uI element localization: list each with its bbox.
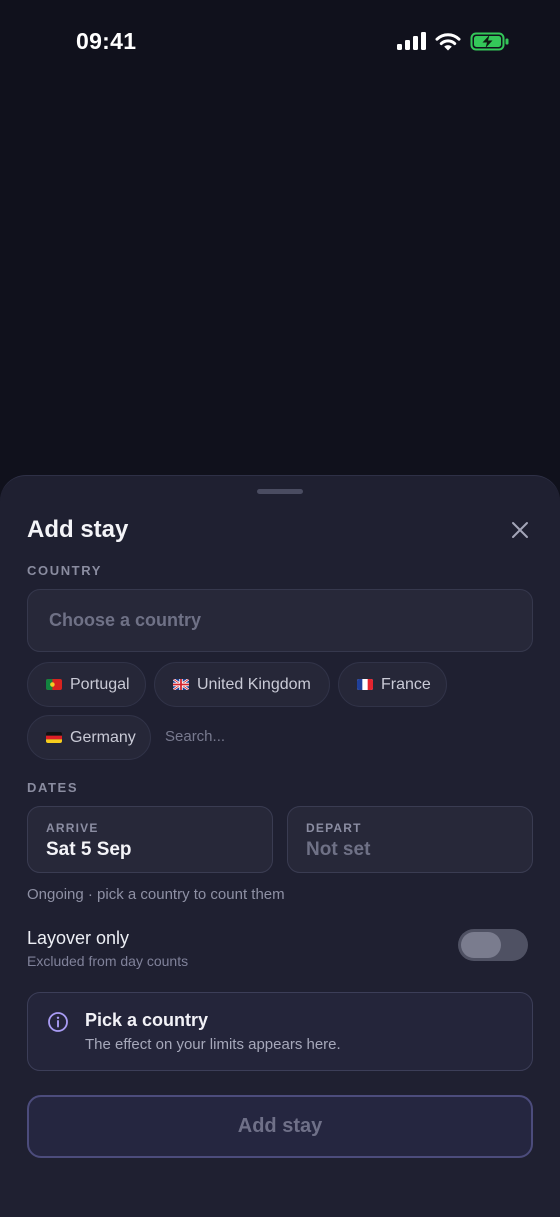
dates-section-label: DATES bbox=[27, 780, 79, 795]
close-button[interactable] bbox=[506, 516, 534, 544]
portugal-flag-icon bbox=[46, 679, 62, 690]
dimmed-backdrop[interactable] bbox=[0, 82, 560, 476]
arrive-date-field[interactable]: ARRIVE Sat 5 Sep bbox=[27, 806, 273, 873]
country-placeholder: Choose a country bbox=[49, 610, 202, 630]
status-bar: 09:41 bbox=[0, 0, 560, 82]
country-search-input[interactable]: Search... bbox=[165, 728, 225, 745]
close-icon bbox=[512, 522, 528, 538]
layover-subtitle: Excluded from day counts bbox=[27, 953, 189, 969]
impact-info-card: Pick a country The effect on your limits… bbox=[27, 992, 533, 1071]
status-time: 09:41 bbox=[76, 27, 137, 54]
add-stay-button[interactable]: Add stay bbox=[27, 1095, 533, 1158]
sheet-title: Add stay bbox=[27, 516, 129, 543]
country-section-label: COUNTRY bbox=[27, 563, 102, 578]
info-title: Pick a country bbox=[85, 1010, 209, 1030]
chip-label: France bbox=[381, 675, 431, 693]
germany-flag-icon bbox=[46, 732, 62, 743]
country-chip-germany[interactable]: Germany bbox=[27, 715, 151, 760]
info-subtitle: The effect on your limits appears here. bbox=[85, 1036, 341, 1053]
depart-label: DEPART bbox=[306, 821, 362, 835]
layover-title: Layover only bbox=[27, 928, 130, 948]
layover-toggle[interactable] bbox=[458, 929, 528, 961]
chip-label: United Kingdom bbox=[197, 675, 311, 693]
depart-value: Not set bbox=[306, 839, 371, 860]
chip-label: Germany bbox=[70, 728, 136, 746]
sheet-grabber[interactable] bbox=[257, 489, 303, 494]
sheet-header: Add stay bbox=[27, 514, 534, 546]
toggle-knob bbox=[461, 932, 501, 958]
depart-date-field[interactable]: DEPART Not set bbox=[287, 806, 533, 873]
arrive-value: Sat 5 Sep bbox=[46, 839, 132, 860]
add-stay-sheet: Add stay COUNTRY Choose a country Portug… bbox=[0, 475, 560, 1217]
dates-hint: Ongoing · pick a country to count them bbox=[27, 886, 285, 903]
battery-charging-icon bbox=[470, 32, 509, 50]
wifi-icon bbox=[435, 32, 461, 50]
chip-label: Portugal bbox=[70, 675, 130, 693]
info-icon bbox=[48, 1012, 68, 1032]
arrive-label: ARRIVE bbox=[46, 821, 99, 835]
france-flag-icon bbox=[357, 679, 373, 690]
country-chip-united-kingdom[interactable]: United Kingdom bbox=[154, 662, 330, 707]
add-stay-button-label: Add stay bbox=[237, 1115, 323, 1137]
country-chip-france[interactable]: France bbox=[338, 662, 447, 707]
united-kingdom-flag-icon bbox=[173, 679, 189, 690]
cellular-signal-icon bbox=[397, 32, 426, 50]
status-icons bbox=[397, 32, 510, 51]
country-select-field[interactable]: Choose a country bbox=[27, 589, 533, 652]
country-chip-portugal[interactable]: Portugal bbox=[27, 662, 146, 707]
